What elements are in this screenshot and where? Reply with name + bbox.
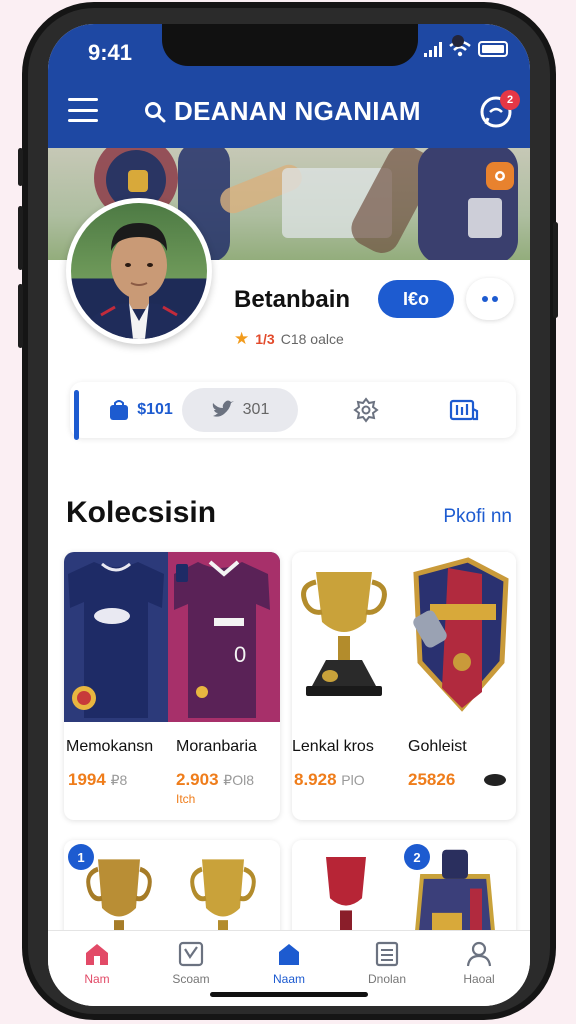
list-icon bbox=[375, 941, 399, 967]
profile-name: Betanbain bbox=[234, 286, 351, 313]
profile-rating: ★ 1/3 C18 oalce bbox=[234, 329, 344, 349]
twitter-bird-icon bbox=[212, 400, 234, 417]
nav-item-stats[interactable]: Scoam bbox=[156, 941, 226, 986]
status-time: 9:41 bbox=[88, 40, 133, 65]
rating-value: 1/3 bbox=[255, 331, 275, 347]
chart-icon bbox=[449, 399, 479, 421]
banner-badge-icon bbox=[486, 162, 514, 190]
signal-icon bbox=[424, 41, 442, 57]
nav-label: Haoal bbox=[463, 972, 495, 986]
puck-icon bbox=[484, 774, 506, 786]
nav-label: Dnolan bbox=[367, 972, 407, 986]
card-extra: Itch bbox=[176, 792, 196, 806]
card-price: 1994 ₽8 bbox=[68, 770, 128, 789]
home-icon bbox=[86, 944, 108, 965]
section-link[interactable]: Pkofi nn bbox=[443, 506, 512, 528]
nav-item-profile[interactable]: Haoal bbox=[444, 941, 514, 986]
side-button bbox=[553, 222, 558, 318]
card-price: 2.903 ₽Ol8 bbox=[176, 770, 254, 789]
stat-value: 301 bbox=[242, 401, 270, 418]
rating-text: C18 oalce bbox=[280, 331, 344, 347]
jerseys-image: 0 bbox=[64, 552, 280, 722]
header-title: DEANAN NGANIAM bbox=[144, 96, 421, 127]
collection-card-jerseys[interactable]: 0 Memokansn Moranbaria 1994 ₽8 2.903 ₽Ol… bbox=[64, 552, 280, 820]
notification-badge: 2 bbox=[500, 90, 520, 110]
status-icons bbox=[424, 41, 508, 57]
card-price: 8.928 PlO bbox=[294, 770, 365, 789]
star-icon: ★ bbox=[234, 329, 250, 348]
gear-icon bbox=[353, 397, 379, 423]
search-icon[interactable] bbox=[144, 101, 166, 123]
avatar[interactable] bbox=[66, 198, 212, 344]
user-icon bbox=[466, 941, 492, 967]
menu-icon[interactable] bbox=[68, 98, 98, 122]
app-screen: 9:41 DEANAN NGANIAM 2 Betanbain I€o ★ 1/… bbox=[48, 24, 530, 1006]
nav-item-list[interactable]: Dnolan bbox=[352, 941, 422, 986]
more-options-button[interactable] bbox=[466, 278, 514, 320]
profile-card bbox=[176, 260, 516, 380]
side-button bbox=[18, 148, 23, 186]
nav-label: Naam bbox=[272, 972, 305, 986]
section-title: Kolecsisin bbox=[66, 496, 217, 529]
nav-item-store[interactable]: Naam bbox=[254, 941, 324, 986]
card-price: 25826 bbox=[408, 770, 456, 789]
card-label: Moranbaria bbox=[176, 738, 257, 755]
stats-accent bbox=[74, 390, 79, 440]
stat-item-settings[interactable] bbox=[336, 388, 396, 432]
side-button bbox=[18, 284, 23, 348]
battery-icon bbox=[478, 41, 508, 57]
card-label: Lenkal kros bbox=[292, 738, 374, 755]
card-badge: 1 bbox=[68, 844, 94, 870]
nav-item-home[interactable]: Nam bbox=[62, 941, 132, 986]
avatar-portrait bbox=[81, 223, 197, 339]
nav-label: Nam bbox=[84, 972, 110, 986]
chart-icon bbox=[178, 941, 204, 967]
card-badge: 2 bbox=[404, 844, 430, 870]
app-header: 9:41 DEANAN NGANIAM 2 bbox=[48, 24, 530, 148]
side-button bbox=[18, 206, 23, 270]
card-label: Gohleist bbox=[408, 738, 467, 755]
nav-label: Scoam bbox=[172, 972, 210, 986]
follow-button[interactable]: I€o bbox=[378, 280, 454, 318]
stat-value: $101 bbox=[137, 401, 173, 418]
stat-item-purchases[interactable]: $101 bbox=[96, 388, 186, 432]
stat-item-chart[interactable] bbox=[434, 388, 494, 432]
trophy-shield-image bbox=[292, 552, 516, 722]
card-label: Memokansn bbox=[66, 738, 154, 755]
app-title: DEANAN NGANIAM bbox=[174, 96, 421, 126]
stat-item-social[interactable]: 301 bbox=[182, 388, 298, 432]
stats-bar: $101 301 bbox=[70, 382, 516, 440]
shopping-bag-icon bbox=[110, 400, 129, 420]
camera-notch bbox=[162, 24, 464, 66]
home-indicator[interactable] bbox=[210, 992, 368, 997]
collection-card-trophies[interactable]: Lenkal kros Gohleist 8.928 PlO 25826 bbox=[292, 552, 516, 820]
store-icon bbox=[279, 944, 299, 965]
svg-text:0: 0 bbox=[234, 642, 246, 667]
